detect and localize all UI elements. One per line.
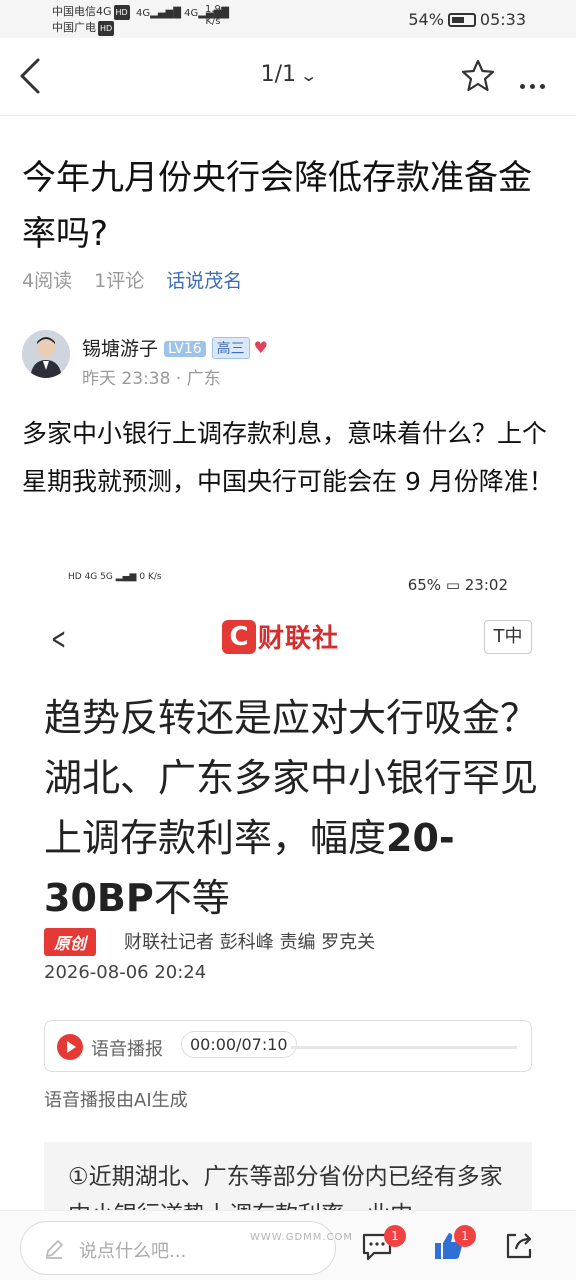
- pencil-icon: [46, 1240, 63, 1259]
- carrier-2: 中国广电: [52, 21, 96, 34]
- bottom-action-bar: 说点什么吧... 1 1: [0, 1210, 576, 1280]
- network-speed: 1.9 K/s: [205, 4, 221, 27]
- watermark: WWW.GDMM.COM: [250, 1232, 354, 1243]
- post-meta: 4阅读 1评论 话说茂名: [22, 266, 258, 293]
- audio-progress-track: [291, 1046, 517, 1049]
- comment-input[interactable]: 说点什么吧...: [20, 1221, 336, 1275]
- heart-icon: ♥: [253, 338, 269, 357]
- battery-percent: 54%: [408, 10, 444, 29]
- like-badge: 1: [454, 1225, 476, 1247]
- share-icon[interactable]: [502, 1229, 536, 1263]
- embedded-back-icon: <: [51, 622, 67, 657]
- post-title: 今年九月份央行会降低存款准备金率吗?: [22, 158, 532, 254]
- embedded-author: 财联社记者 彭科峰 责编 罗克关: [124, 932, 376, 953]
- post-location: · 广东: [175, 369, 221, 389]
- embedded-date: 2026-08-06 20:24: [44, 962, 207, 983]
- comment-count[interactable]: 1评论: [94, 270, 144, 292]
- carrier-info: 中国电信4G HD 中国广电 HD: [52, 4, 130, 36]
- status-bar: 中国电信4G HD 中国广电 HD 4G▂▄▆█ 4G▂▄▆█ 1.9 K/s 54%…: [0, 0, 576, 38]
- play-icon: [57, 1034, 83, 1060]
- top-nav-bar: 1/1 ⌄: [0, 38, 576, 116]
- audio-time: 00:00/07:10: [181, 1031, 297, 1058]
- hd-badge-2: HD: [98, 21, 115, 36]
- audio-label: 语音播报: [91, 1039, 163, 1060]
- embedded-screenshot[interactable]: HD 4G 5G ▂▄▆ 0 K/s 65% ▭ 23:02 < C 财联社 T中…: [0, 560, 576, 1210]
- battery-time: 54% 05:33: [408, 10, 526, 29]
- carrier-1: 中国电信4G: [52, 5, 112, 18]
- author-avatar[interactable]: [22, 330, 70, 378]
- post-time: 昨天 23:38: [82, 369, 171, 389]
- hd-badge-1: HD: [113, 5, 130, 20]
- clock: 05:33: [479, 10, 526, 29]
- post-time-location: 昨天 23:38 · 广东: [82, 364, 221, 389]
- font-toggle-icon: T中: [484, 620, 532, 654]
- summary-quote: ①近期湖北、广东等部分省份内已经有多家中小银行逆势上调存款利率，业内: [44, 1142, 532, 1210]
- post-body: 多家中小银行上调存款利息，意味着什么？上个星期我就预测，中国央行可能会在 9 月…: [22, 419, 554, 496]
- author-name-row: 锡塘游子 LV16 高三 ♥: [82, 334, 268, 361]
- more-options-icon[interactable]: [520, 74, 550, 93]
- comment-badge: 1: [384, 1225, 406, 1247]
- original-badge: 原创: [44, 928, 97, 956]
- level-badge: LV16: [164, 341, 206, 357]
- chevron-down-icon: ⌄: [299, 66, 319, 85]
- cls-logo: C 财联社: [222, 618, 339, 654]
- audio-player: 语音播报 00:00/07:10: [44, 1020, 532, 1072]
- read-count: 4阅读: [22, 270, 73, 292]
- embedded-article-title: 趋势反转还是应对大行吸金？湖北、广东多家中小银行罕见上调存款利率，幅度20-30…: [44, 696, 539, 920]
- battery-icon: [447, 13, 476, 27]
- grade-badge: 高三: [211, 337, 250, 359]
- author-name[interactable]: 锡塘游子: [82, 338, 158, 360]
- ai-note: 语音播报由AI生成: [44, 1090, 188, 1111]
- topic-link[interactable]: 话说茂名: [166, 270, 242, 292]
- comment-placeholder: 说点什么吧...: [79, 1241, 187, 1262]
- favorite-star-icon[interactable]: [460, 58, 496, 94]
